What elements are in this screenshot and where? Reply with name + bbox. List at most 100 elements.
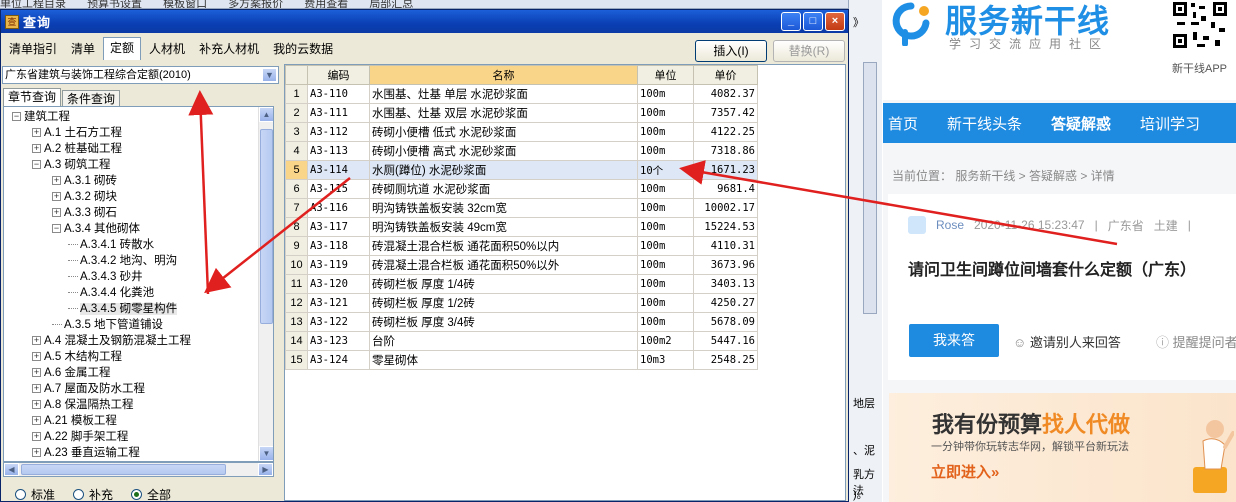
quota-unit-cell[interactable]: 100m xyxy=(637,312,694,332)
nav-item-headlines[interactable]: 新干线头条 xyxy=(947,113,1022,134)
tree-horizontal-scrollbar[interactable]: ◀ ▶ xyxy=(3,462,274,477)
quota-name-cell[interactable]: 水围基、灶基 单层 水泥砂浆面 xyxy=(369,84,638,104)
quota-code-cell[interactable]: A3-123 xyxy=(307,331,370,351)
quota-code-cell[interactable]: A3-118 xyxy=(307,236,370,256)
scroll-thumb[interactable] xyxy=(260,129,273,324)
quota-code-cell[interactable]: A3-122 xyxy=(307,312,370,332)
quota-name-cell[interactable]: 砖砌栏板 厚度 3/4砖 xyxy=(369,312,638,332)
nav-item-home[interactable]: 首页 xyxy=(888,113,918,134)
tab-bill-guide[interactable]: 清单指引 xyxy=(3,39,63,60)
tree-node[interactable]: + A.7 屋面及防水工程 xyxy=(32,381,145,397)
nav-item-training[interactable]: 培训学习 xyxy=(1140,113,1200,134)
banner-enter-link[interactable]: 立即进入» xyxy=(931,461,999,482)
expand-icon[interactable]: + xyxy=(32,336,41,346)
bg-toolbar-item[interactable]: 费用查看 xyxy=(304,0,348,8)
quota-code-cell[interactable]: A3-110 xyxy=(307,84,370,104)
quota-unit-cell[interactable]: 100m xyxy=(637,84,694,104)
scroll-right-icon[interactable]: ▶ xyxy=(258,463,273,476)
quota-unit-cell[interactable]: 100m xyxy=(637,217,694,237)
quota-name-cell[interactable]: 砖砌小便槽 低式 水泥砂浆面 xyxy=(369,122,638,142)
tree-node[interactable]: A.3.4.3 砂井 xyxy=(68,269,143,285)
expand-icon[interactable]: + xyxy=(52,176,61,186)
tree-node[interactable]: − A.3.4 其他砌体 xyxy=(52,221,140,237)
row-index-cell[interactable]: 2 xyxy=(285,103,308,123)
quota-unit-cell[interactable]: 100m2 xyxy=(637,331,694,351)
quota-price-cell[interactable]: 10002.17 xyxy=(693,198,758,218)
expand-icon[interactable]: + xyxy=(32,384,41,394)
table-row[interactable]: 8 A3-117 明沟铸铁盖板安装 49cm宽 100m 15224.53 xyxy=(285,217,758,237)
tab-labor-material-machine[interactable]: 人材机 xyxy=(143,39,191,60)
quota-price-cell[interactable]: 7357.42 xyxy=(693,103,758,123)
collapse-icon[interactable]: − xyxy=(52,224,61,234)
quota-unit-cell[interactable]: 100m xyxy=(637,141,694,161)
quota-price-cell[interactable]: 3673.96 xyxy=(693,255,758,275)
tree-node[interactable]: A.3.4.1 砖散水 xyxy=(68,237,154,253)
tree-vertical-scrollbar[interactable]: ▲ ▼ xyxy=(258,107,273,461)
quota-code-cell[interactable]: A3-114 xyxy=(307,160,370,180)
tree-node[interactable]: + A.1 土石方工程 xyxy=(32,125,122,141)
table-row[interactable]: 13 A3-122 砖砌栏板 厚度 3/4砖 100m 5678.09 xyxy=(285,312,758,332)
table-row[interactable]: 12 A3-121 砖砌栏板 厚度 1/2砖 100m 4250.27 xyxy=(285,293,758,313)
quota-code-cell[interactable]: A3-117 xyxy=(307,217,370,237)
tree-node[interactable]: + A.2 桩基础工程 xyxy=(32,141,122,157)
quota-unit-cell[interactable]: 10m3 xyxy=(637,350,694,370)
quota-code-cell[interactable]: A3-115 xyxy=(307,179,370,199)
remind-asker-link[interactable]: ⓘ 提醒提问者 xyxy=(1156,332,1236,351)
quota-name-cell[interactable]: 明沟铸铁盖板安装 49cm宽 xyxy=(369,217,638,237)
tree-node[interactable]: − 建筑工程 xyxy=(12,109,70,125)
table-row[interactable]: 10 A3-119 砖混凝土混合栏板 通花面积50%以外 100m 3673.96 xyxy=(285,255,758,275)
breadcrumb[interactable]: 当前位置： 服务新干线 > 答疑解惑 > 详情 xyxy=(892,167,1115,184)
tree-node[interactable]: + A.8 保温隔热工程 xyxy=(32,397,133,413)
invite-answer-link[interactable]: ☺ 邀请别人来回答 xyxy=(1013,332,1121,351)
quota-price-cell[interactable]: 9681.4 xyxy=(693,179,758,199)
quota-name-cell[interactable]: 砖混凝土混合栏板 通花面积50%以外 xyxy=(369,255,638,275)
expand-icon[interactable]: + xyxy=(52,208,61,218)
expand-icon[interactable]: + xyxy=(32,352,41,362)
table-row[interactable]: 9 A3-118 砖混凝土混合栏板 通花面积50%以内 100m 4110.31 xyxy=(285,236,758,256)
scroll-left-icon[interactable]: ◀ xyxy=(4,463,19,476)
quota-code-cell[interactable]: A3-111 xyxy=(307,103,370,123)
bg-toolbar-item[interactable]: 模板窗口 xyxy=(163,0,207,8)
row-index-cell[interactable]: 12 xyxy=(285,293,308,313)
quota-name-cell[interactable]: 台阶 xyxy=(369,331,638,351)
tab-chapter-query[interactable]: 章节查询 xyxy=(3,88,62,107)
insert-button[interactable]: 插入(I) xyxy=(695,40,767,62)
quota-unit-cell[interactable]: 100m xyxy=(637,255,694,275)
scroll-down-icon[interactable]: ▼ xyxy=(259,446,273,461)
quota-name-cell[interactable]: 砖砌栏板 厚度 1/2砖 xyxy=(369,293,638,313)
quota-unit-cell[interactable]: 100m xyxy=(637,179,694,199)
tree-node[interactable]: + A.23 垂直运输工程 xyxy=(32,445,140,461)
quota-unit-cell[interactable]: 100m xyxy=(637,236,694,256)
answer-button[interactable]: 我来答 xyxy=(909,324,999,357)
expand-icon[interactable]: + xyxy=(52,192,61,202)
quota-price-cell[interactable]: 7318.86 xyxy=(693,141,758,161)
row-index-cell[interactable]: 10 xyxy=(285,255,308,275)
row-index-cell[interactable]: 11 xyxy=(285,274,308,294)
quota-price-cell[interactable]: 4122.25 xyxy=(693,122,758,142)
quota-name-cell[interactable]: 水围基、灶基 双层 水泥砂浆面 xyxy=(369,103,638,123)
tab-supplementary-lmm[interactable]: 补充人材机 xyxy=(193,39,265,60)
bg-toolbar-item[interactable]: 单位工程目录 xyxy=(0,0,66,8)
quota-code-cell[interactable]: A3-112 xyxy=(307,122,370,142)
bg-toolbar-item[interactable]: 多方案报价 xyxy=(228,0,283,8)
author-name[interactable]: Rose xyxy=(936,218,964,232)
row-index-cell[interactable]: 9 xyxy=(285,236,308,256)
tab-condition-query[interactable]: 条件查询 xyxy=(62,90,121,107)
quota-price-cell[interactable]: 1671.23 xyxy=(693,160,758,180)
quota-library-dropdown[interactable]: 广东省建筑与装饰工程综合定额(2010) ▼ xyxy=(2,66,279,84)
table-row[interactable]: 5 A3-114 水厕(蹲位) 水泥砂浆面 10个 1671.23 xyxy=(285,160,758,180)
expand-icon[interactable]: + xyxy=(32,400,41,410)
quota-name-cell[interactable]: 砖砌小便槽 高式 水泥砂浆面 xyxy=(369,141,638,161)
quota-name-cell[interactable]: 明沟铸铁盖板安装 32cm宽 xyxy=(369,198,638,218)
tab-my-cloud-data[interactable]: 我的云数据 xyxy=(267,39,339,60)
row-index-cell[interactable]: 6 xyxy=(285,179,308,199)
quota-name-cell[interactable]: 水厕(蹲位) 水泥砂浆面 xyxy=(369,160,638,180)
expand-icon[interactable]: + xyxy=(32,144,41,154)
tab-bill[interactable]: 清单 xyxy=(65,39,101,60)
column-header-price[interactable]: 单价 xyxy=(693,65,758,85)
tree-node[interactable]: A.3.4.2 地沟、明沟 xyxy=(68,253,177,269)
quota-unit-cell[interactable]: 100m xyxy=(637,293,694,313)
tree-node[interactable]: + A.3.1 砌砖 xyxy=(52,173,117,189)
quota-price-cell[interactable]: 5678.09 xyxy=(693,312,758,332)
minimize-button[interactable]: _ xyxy=(781,12,801,31)
